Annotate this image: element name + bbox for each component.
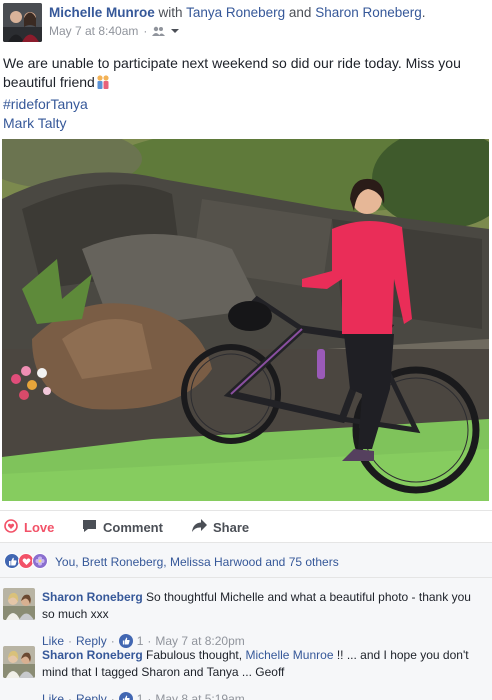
and-word: and	[288, 5, 312, 20]
comment-like-badge-icon[interactable]	[118, 692, 133, 700]
post-text-line-1: We are unable to participate next weeken…	[3, 55, 461, 71]
comment-author[interactable]: Sharon Roneberg	[42, 590, 143, 604]
meta-dot: ·	[68, 634, 73, 648]
action-bar: Love Comment Share	[0, 510, 492, 542]
post-text-line-2-wrap: beautiful friend	[3, 73, 483, 95]
author-avatar[interactable]	[3, 3, 42, 42]
commenter-avatar[interactable]	[3, 646, 35, 678]
comment-meta: Like · Reply · 1 · May 8 at 5:19am	[42, 692, 245, 700]
comment-timestamp[interactable]: May 7 at 8:20pm	[155, 634, 244, 648]
comment-label: Comment	[103, 520, 163, 535]
comment-mention[interactable]: Michelle Munroe	[245, 648, 333, 662]
post-hashtag[interactable]: #rideforTanya	[3, 95, 483, 114]
post-title-line: Michelle Munroe with Tanya Roneberg and …	[49, 5, 426, 20]
reaction-icons[interactable]	[4, 553, 48, 569]
comment-like-badge-icon[interactable]	[118, 634, 133, 648]
post-meta: May 7 at 8:40am ·	[49, 24, 180, 38]
post-header: Michelle Munroe with Tanya Roneberg and …	[0, 0, 492, 46]
post-author-name[interactable]: Michelle Munroe	[49, 5, 155, 20]
love-icon	[4, 519, 18, 536]
comment-text-pre: Fabulous thought,	[146, 648, 243, 662]
comment-text-post: !! ... and I hope you don't	[336, 648, 469, 662]
comment-timestamp[interactable]: May 8 at 5:19am	[155, 692, 244, 700]
meta-dot: ·	[110, 692, 115, 700]
meta-dot: ·	[110, 634, 115, 648]
share-icon	[192, 519, 207, 535]
love-button[interactable]: Love	[4, 519, 54, 536]
post-text-line-2: beautiful friend	[3, 74, 95, 90]
comment-icon	[82, 519, 97, 536]
tagged-user-1[interactable]: Tanya Roneberg	[186, 5, 285, 20]
reactions-row: You, Brett Roneberg, Melissa Harwood and…	[0, 542, 492, 578]
post-photo-image	[2, 139, 489, 501]
comment-meta: Like · Reply · 1 · May 7 at 8:20pm	[42, 634, 245, 648]
meta-dot: ·	[147, 634, 152, 648]
audience-friends-icon[interactable]	[152, 26, 166, 36]
comment-like-count[interactable]: 1	[137, 692, 144, 700]
comment-reply-link[interactable]: Reply	[76, 634, 107, 648]
post-body: We are unable to participate next weeken…	[3, 54, 483, 133]
with-word: with	[158, 5, 183, 20]
comment-body: Sharon Roneberg So thoughtful Michelle a…	[42, 589, 482, 623]
comment-body: Sharon Roneberg Fabulous thought, Michel…	[42, 647, 482, 681]
comment-button[interactable]: Comment	[82, 519, 163, 536]
meta-separator: ·	[143, 24, 148, 38]
tagged-user-2[interactable]: Sharon Roneberg	[315, 5, 422, 20]
audience-dropdown-icon[interactable]	[170, 27, 180, 35]
post-photo[interactable]	[2, 139, 489, 501]
comment-like-link[interactable]: Like	[42, 634, 64, 648]
love-label: Love	[24, 520, 55, 535]
share-label: Share	[213, 519, 250, 535]
reactions-summary[interactable]: You, Brett Roneberg, Melissa Harwood and…	[55, 555, 339, 569]
post-tag-line[interactable]: Mark Talty	[3, 114, 483, 133]
title-period: .	[421, 5, 426, 20]
comment-like-link[interactable]: Like	[42, 692, 64, 700]
comments-section: Sharon Roneberg So thoughtful Michelle a…	[0, 578, 492, 700]
comment-text-line-1: So thoughtful Michelle and what a beauti…	[146, 590, 471, 604]
thankful-flower-reaction-icon	[32, 553, 48, 569]
comment-text-line-2: so much xxx	[42, 607, 109, 621]
commenter-avatar[interactable]	[3, 588, 35, 620]
comment-text-line-2: mind that I tagged Sharon and Tanya ... …	[42, 665, 285, 679]
couple-emoji-icon	[95, 74, 111, 95]
comment-reply-link[interactable]: Reply	[76, 692, 107, 700]
meta-dot: ·	[68, 692, 73, 700]
share-button[interactable]: Share	[192, 519, 249, 535]
comment-author[interactable]: Sharon Roneberg	[42, 648, 143, 662]
comment-like-count[interactable]: 1	[137, 634, 144, 648]
meta-dot: ·	[147, 692, 152, 700]
post-timestamp[interactable]: May 7 at 8:40am	[49, 24, 138, 38]
